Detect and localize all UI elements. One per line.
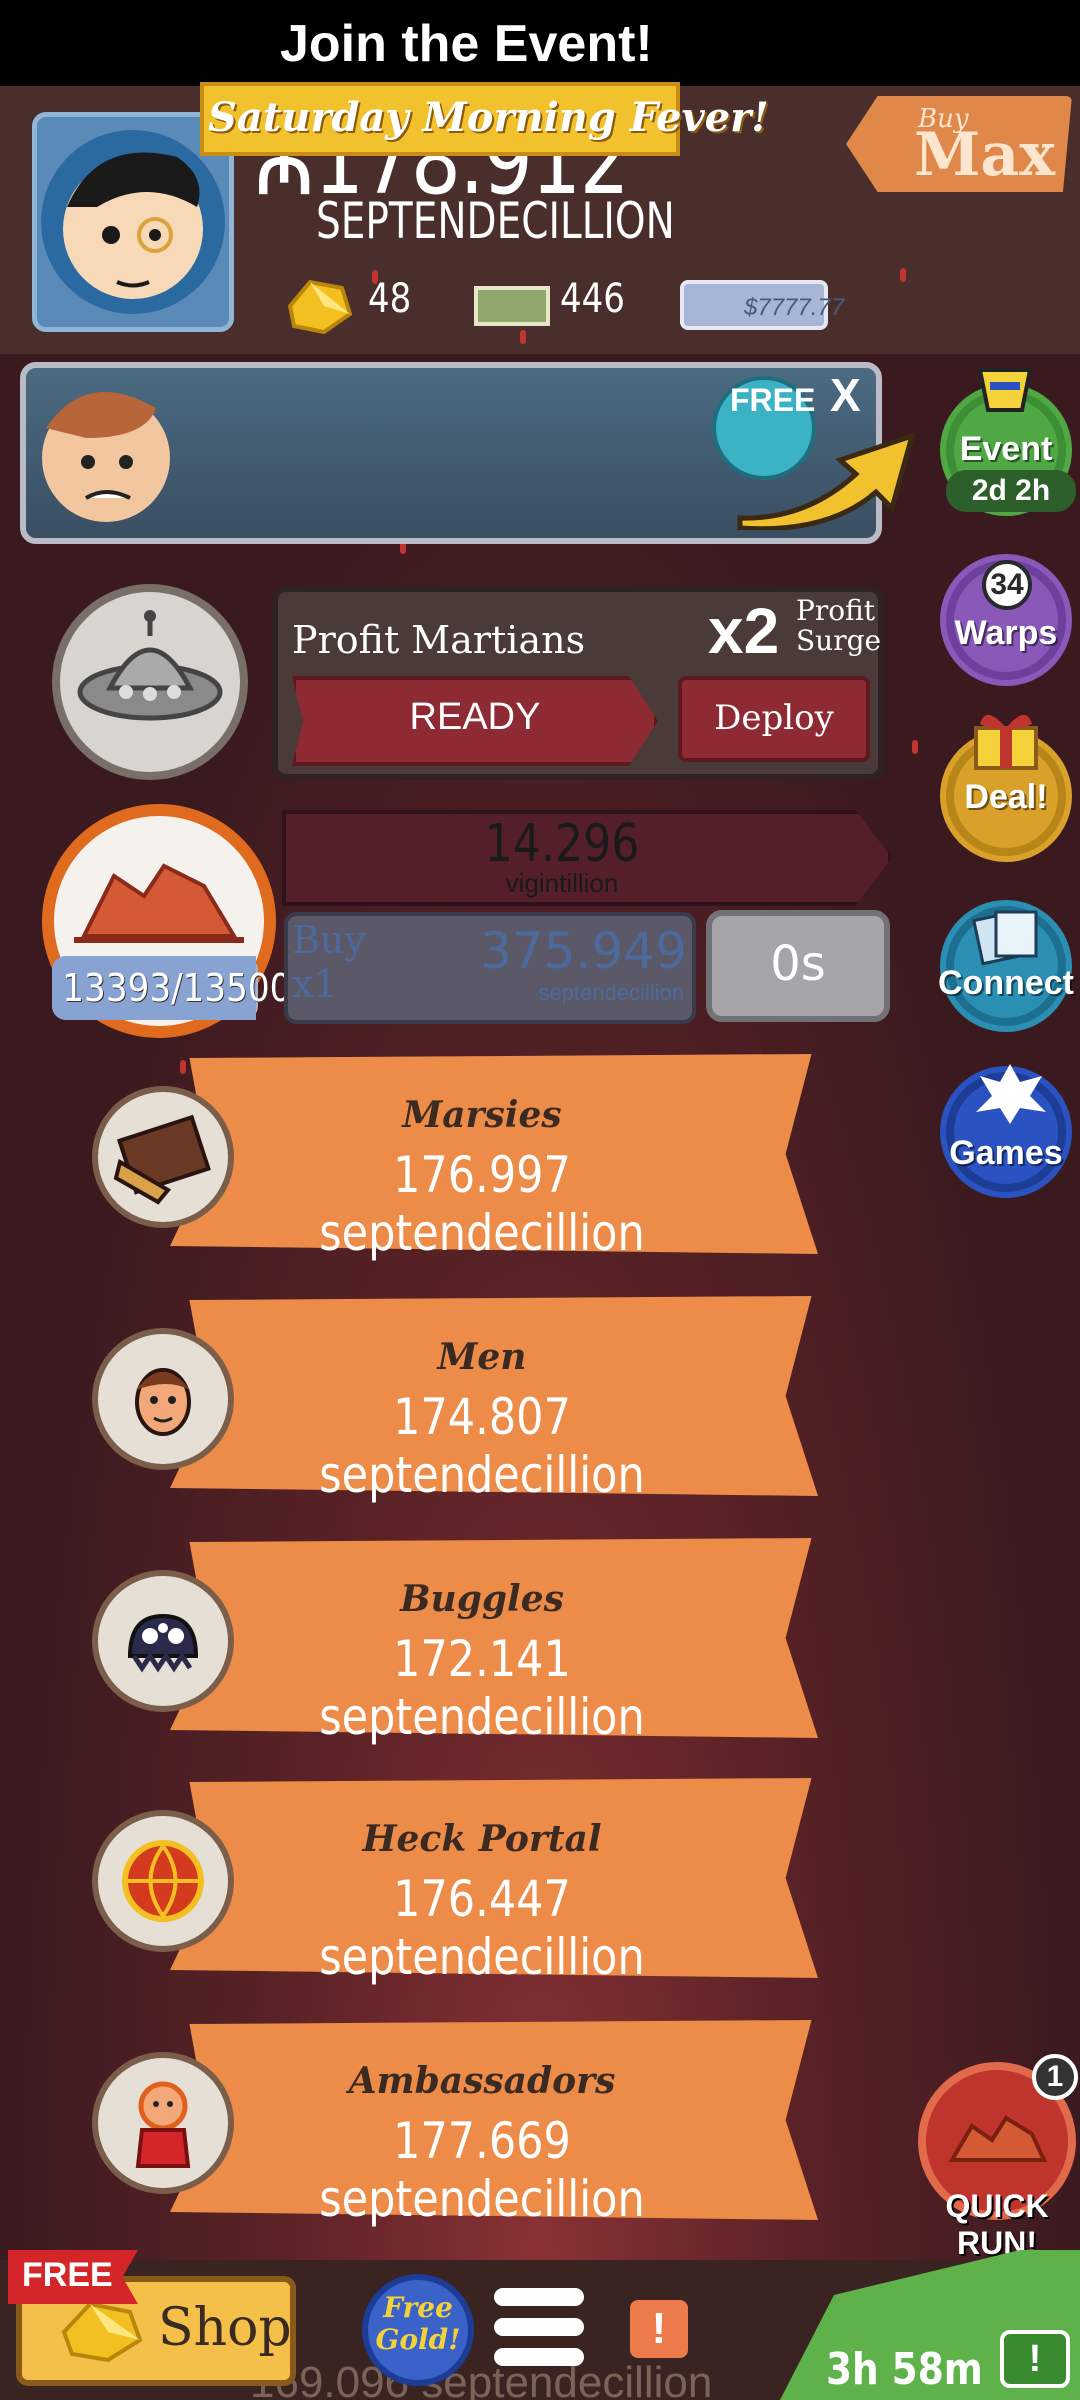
alert-icon[interactable]: ! bbox=[630, 2300, 688, 2358]
money-unit: SEPTENDECILLION bbox=[316, 192, 675, 250]
free-badge-label: FREE bbox=[730, 382, 816, 418]
ember-speck bbox=[900, 268, 906, 282]
menu-line bbox=[494, 2348, 584, 2366]
deal-button-label: Deal! bbox=[964, 778, 1048, 816]
buy-label-line-2: x1 bbox=[292, 962, 338, 1006]
hidden-unit-value: 169.096 septendecillion bbox=[250, 2358, 713, 2400]
unit-value: 177.669 septendecillion bbox=[319, 2112, 645, 2228]
event-character-icon bbox=[42, 392, 170, 522]
buy-label-line-1: Buy bbox=[292, 918, 366, 962]
ufo-icon bbox=[77, 610, 223, 721]
unit-row-buggles[interactable]: Buggles 172.141 septendecillion bbox=[92, 1538, 818, 1746]
free-gold-line-1: Free bbox=[383, 2291, 453, 2324]
unit-value: 176.997 septendecillion bbox=[319, 1146, 645, 1262]
gold-icon bbox=[61, 2301, 143, 2363]
menu-line bbox=[494, 2318, 584, 2336]
profit-surge-label: Profit Surge bbox=[796, 596, 881, 656]
ticket-button[interactable]: $7777.77 bbox=[680, 280, 844, 330]
megabucks-count: 446 bbox=[560, 276, 625, 322]
shop-label: Shop bbox=[158, 2298, 292, 2358]
unit-row-ambassadors[interactable]: Ambassadors 177.669 septendecillion bbox=[92, 2020, 818, 2228]
ticket-value: $7777.77 bbox=[744, 294, 845, 321]
gold-count: 48 bbox=[368, 276, 412, 322]
unit-value: 174.807 septendecillion bbox=[319, 1388, 645, 1504]
profit-unit: vigintillion bbox=[505, 868, 619, 898]
ufo-avatar[interactable] bbox=[52, 584, 248, 780]
buy-quantity-label: Buy x1 bbox=[292, 918, 366, 1006]
unit-name: Marsies bbox=[402, 1094, 562, 1136]
unit-row-heck-portal[interactable]: Heck Portal 176.447 septendecillion bbox=[92, 1778, 818, 1986]
warps-button-label: Warps bbox=[954, 614, 1058, 652]
buy-cost-unit: septendecillion bbox=[538, 980, 684, 1005]
warps-count: 34 bbox=[982, 560, 1032, 610]
unit-name: Men bbox=[437, 1336, 527, 1378]
free-ribbon-label: FREE bbox=[22, 2256, 113, 2294]
tv-icon[interactable]: ! bbox=[1000, 2330, 1070, 2388]
gift-icon bbox=[974, 714, 1038, 770]
event-button-label: Event bbox=[959, 430, 1053, 468]
ad-timer: 3h 58m bbox=[826, 2344, 983, 2395]
unit-value: 172.141 septendecillion bbox=[319, 1630, 645, 1746]
buy-max-label: Max bbox=[914, 120, 1056, 190]
connect-button-label: Connect bbox=[938, 964, 1074, 1002]
surge-line-2: Surge bbox=[796, 624, 882, 657]
free-gold-line-2: Gold! bbox=[375, 2323, 461, 2356]
profit-value: 14.296 bbox=[484, 814, 640, 874]
event-title: Join the Event! bbox=[280, 15, 653, 73]
event-timer: 2d 2h bbox=[946, 470, 1076, 512]
mars-rock-icon bbox=[74, 863, 244, 943]
rock-progress-text: 13393/13500 bbox=[62, 966, 292, 1010]
unit-name: Ambassadors bbox=[348, 2060, 616, 2102]
production-timer-text: 0s bbox=[770, 936, 826, 992]
ember-speck bbox=[912, 740, 918, 754]
unit-row-marsies[interactable]: Marsies 176.997 septendecillion bbox=[92, 1054, 818, 1262]
gold-icon bbox=[287, 279, 353, 335]
trophy-icon bbox=[977, 368, 1033, 412]
menu-line bbox=[494, 2288, 584, 2306]
ready-label: READY bbox=[409, 696, 541, 738]
profit-multiplier: x2 bbox=[708, 595, 780, 667]
buy-cost: 375.949 bbox=[480, 922, 687, 980]
free-gold-label: Free Gold! bbox=[362, 2292, 474, 2356]
profit-martians-title: Profit Martians bbox=[292, 618, 586, 662]
deploy-label: Deploy bbox=[714, 698, 834, 738]
event-subtitle: Saturday Morning Fever! bbox=[208, 94, 769, 141]
megabucks-icon bbox=[474, 286, 550, 326]
ember-speck bbox=[520, 330, 526, 344]
menu-icon[interactable] bbox=[494, 2288, 584, 2368]
splat-icon bbox=[976, 1064, 1046, 1124]
surge-line-1: Profit bbox=[796, 594, 876, 627]
games-button-label: Games bbox=[949, 1134, 1063, 1172]
cards-icon bbox=[972, 910, 1038, 966]
unit-name: Buggles bbox=[400, 1578, 564, 1620]
unit-name: Heck Portal bbox=[362, 1818, 602, 1860]
quick-run-badge: 1 bbox=[1032, 2054, 1078, 2100]
close-banner-button[interactable]: X bbox=[830, 368, 861, 422]
unit-value: 176.447 septendecillion bbox=[319, 1870, 645, 1986]
unit-row-men[interactable]: Men 174.807 septendecillion bbox=[92, 1296, 818, 1504]
